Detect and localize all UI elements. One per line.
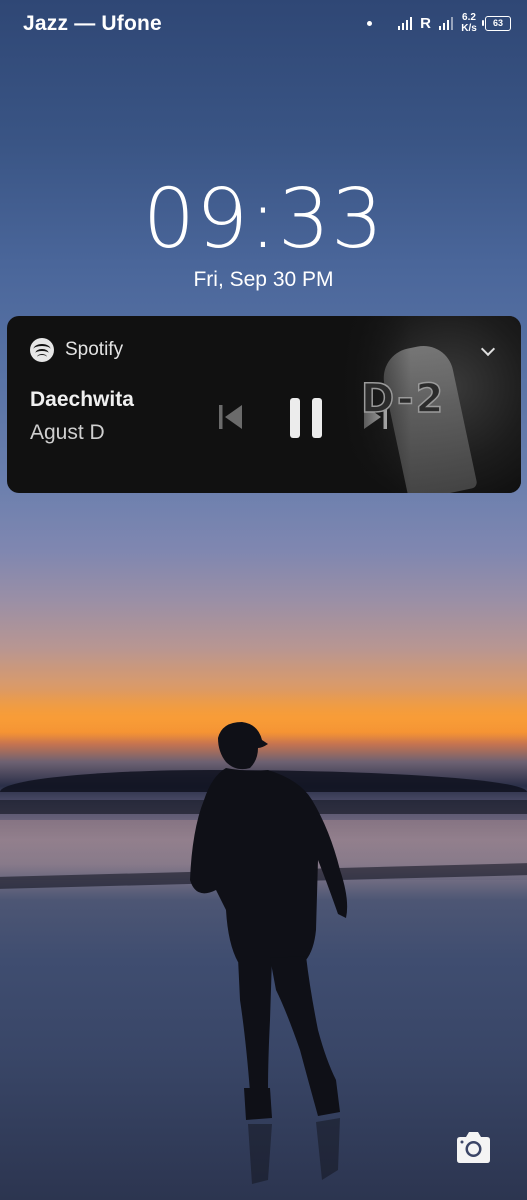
track-title: Daechwita — [30, 388, 134, 411]
album-art: D-2 — [341, 316, 521, 493]
lockscreen-clock: 09:33 — [142, 172, 385, 267]
battery-level: 63 — [492, 18, 503, 28]
media-notification-card[interactable]: D-2 Spotify Daechwita Agust D — [7, 316, 521, 493]
battery-icon: 63 — [482, 15, 511, 31]
track-artist: Agust D — [30, 421, 105, 444]
media-app-name: Spotify — [65, 339, 124, 360]
signal-strength-2-icon — [439, 16, 453, 30]
lockscreen-date: Fri, Sep 30 PM — [193, 268, 334, 291]
signal-strength-icon — [398, 16, 413, 30]
network-speed-value: 6.2 — [462, 12, 476, 23]
album-art-title: D-2 — [360, 375, 446, 423]
network-speed: 6.2 K/s — [459, 12, 479, 34]
spotify-icon — [30, 338, 54, 362]
network-speed-unit: K/s — [461, 23, 477, 34]
status-icons: R 6.2 K/s 63 — [367, 8, 511, 38]
media-app-header: Spotify — [30, 338, 123, 362]
notification-dot-icon — [367, 20, 373, 26]
previous-track-button[interactable] — [216, 402, 244, 432]
carrier-name: Jazz — Ufone — [23, 12, 162, 35]
roaming-label: R — [420, 14, 431, 32]
camera-icon[interactable] — [452, 1127, 494, 1169]
status-bar: Jazz — Ufone R 6.2 K/s 63 — [0, 0, 527, 48]
pause-button[interactable] — [286, 396, 326, 440]
